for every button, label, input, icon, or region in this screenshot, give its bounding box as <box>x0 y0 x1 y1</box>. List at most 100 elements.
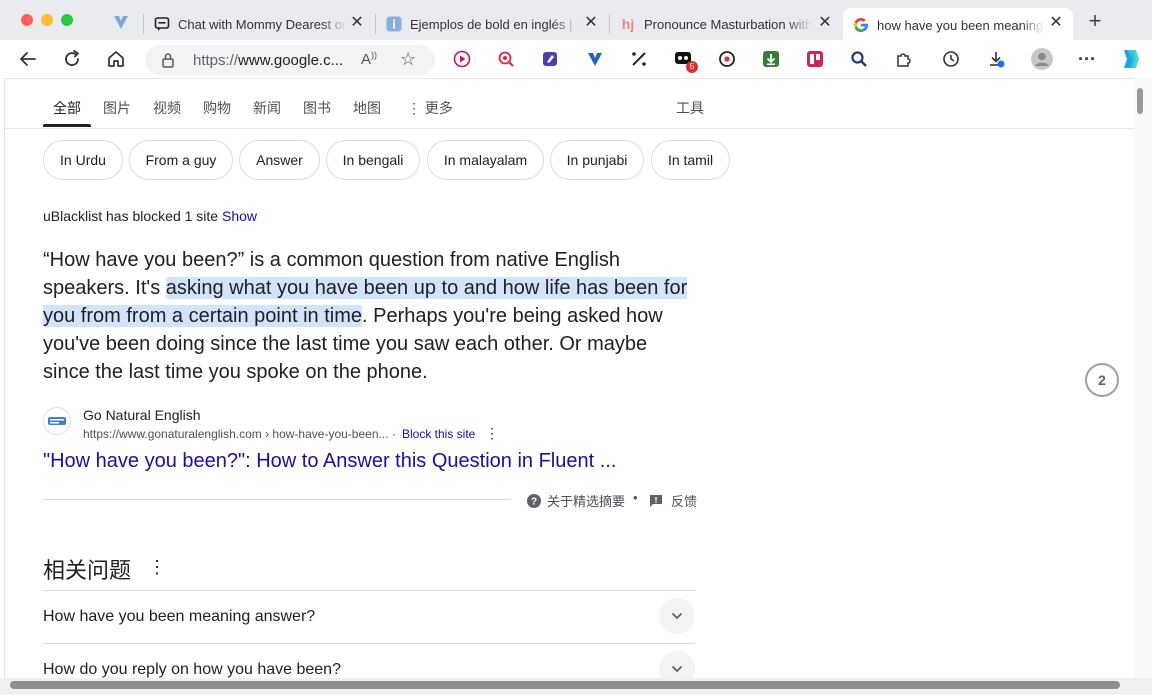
back-button[interactable] <box>16 48 40 70</box>
extensions-puzzle-icon[interactable] <box>894 50 912 68</box>
history-icon[interactable] <box>942 50 960 68</box>
result-title-link[interactable]: "How have you been?": How to Answer this… <box>43 450 616 473</box>
related-more-icon[interactable]: ⋮ <box>148 557 166 578</box>
extension-pen-icon[interactable] <box>541 50 559 68</box>
blocked-text: uBlacklist has blocked 1 site <box>43 208 219 224</box>
tab-maps[interactable]: 地图 <box>353 98 381 118</box>
more-menu-icon[interactable]: ··· <box>1078 49 1096 69</box>
chip-in-tamil[interactable]: In tamil <box>651 140 730 180</box>
vertical-scroll-thumb[interactable] <box>1137 88 1143 114</box>
tab-title: Chat with Mommy Dearest on <box>178 16 346 32</box>
expand-chevron-icon[interactable] <box>659 598 695 634</box>
more-label: 更多 <box>424 100 453 116</box>
extension-vector-icon[interactable] <box>586 50 604 68</box>
featured-snippet-text: “How have you been?” is a common questio… <box>43 246 698 386</box>
tab-more[interactable]: ⋮ 更多 <box>407 98 453 118</box>
browser-toolbar: https://www.google.c... A)) ☆ ··· <box>0 40 1152 78</box>
extension-search-icon[interactable] <box>497 50 515 68</box>
tab-title: Pronounce Masturbation with <box>644 16 812 32</box>
site-favicon[interactable] <box>43 407 71 435</box>
extension-magnifier-icon[interactable] <box>850 50 868 68</box>
feedback-label: 反馈 <box>671 494 698 509</box>
tab-shopping[interactable]: 购物 <box>203 98 231 118</box>
related-question[interactable]: How have you been meaning answer? <box>43 608 315 626</box>
reload-button[interactable] <box>60 48 84 70</box>
site-url[interactable]: https://www.gonaturalenglish.com › how-h… <box>83 427 396 441</box>
pinned-tab[interactable] <box>104 8 138 36</box>
tab-strip: Chat with Mommy Dearest on ✕ Ejemplos de… <box>0 0 1152 42</box>
tools-button[interactable]: 工具 <box>676 98 704 118</box>
extension-record-icon[interactable] <box>453 50 471 68</box>
address-bar[interactable]: https://www.google.c... A)) ☆ <box>145 45 435 75</box>
related-question[interactable]: How do you reply on how you have been? <box>43 661 341 679</box>
lock-icon[interactable] <box>161 52 175 68</box>
help-icon: ? <box>527 493 541 508</box>
home-button[interactable] <box>104 48 128 70</box>
more-vert-icon: ⋮ <box>407 100 421 116</box>
horizontal-scroll-thumb[interactable] <box>10 681 1120 689</box>
divider <box>43 590 695 591</box>
close-tab-icon[interactable]: ✕ <box>816 14 834 32</box>
extension-download-icon[interactable] <box>762 50 780 68</box>
site-url-text: https://www.gonaturalenglish.com › how-h… <box>83 427 389 441</box>
chip-in-malayalam[interactable]: In malayalam <box>427 140 544 180</box>
extension-trello-icon[interactable] <box>806 50 824 68</box>
window-maximize-button[interactable] <box>61 14 73 26</box>
close-tab-icon[interactable]: ✕ <box>348 14 366 32</box>
close-tab-icon[interactable]: ✕ <box>582 14 600 32</box>
new-tab-button[interactable]: + <box>1084 10 1106 32</box>
tab-videos[interactable]: 视频 <box>153 98 181 118</box>
info-icon <box>386 16 402 32</box>
chat-icon <box>154 16 170 32</box>
tab-news[interactable]: 新闻 <box>253 98 281 118</box>
tab-google-search[interactable]: how have you been meaning ✕ <box>843 8 1073 42</box>
google-icon <box>853 17 869 33</box>
vector-logo-icon <box>114 16 128 29</box>
page-indicator-badge[interactable]: 2 <box>1085 363 1119 397</box>
svg-text:?: ? <box>531 496 537 507</box>
downloads-icon[interactable] <box>987 50 1005 68</box>
ublacklist-notice: uBlacklist has blocked 1 site Show <box>43 208 257 224</box>
active-tab-underline <box>43 124 91 127</box>
copilot-icon[interactable] <box>1118 47 1142 71</box>
show-blocked-link[interactable]: Show <box>222 208 257 224</box>
extension-sparkle-icon[interactable] <box>630 50 648 68</box>
window-close-button[interactable] <box>21 14 33 26</box>
search-tabs: 全部 图片 视频 购物 新闻 图书 地图 ⋮ 更多 工具 <box>5 79 1134 129</box>
close-tab-icon[interactable]: ✕ <box>1047 14 1065 32</box>
chip-from-a-guy[interactable]: From a guy <box>129 140 233 180</box>
tab-chat[interactable]: Chat with Mommy Dearest on ✕ <box>144 8 374 40</box>
tab-images[interactable]: 图片 <box>103 98 131 118</box>
tab-pronounce[interactable]: hj Pronounce Masturbation with ✕ <box>610 8 842 40</box>
feedback-icon <box>650 494 662 507</box>
tab-all[interactable]: 全部 <box>53 98 81 118</box>
divider <box>43 643 695 644</box>
window-minimize-button[interactable] <box>41 14 53 26</box>
extension-badge-count: 5 <box>686 61 698 73</box>
result-more-icon[interactable]: ⋮ <box>485 425 499 441</box>
tab-books[interactable]: 图书 <box>303 98 331 118</box>
profile-avatar[interactable] <box>1031 48 1053 70</box>
home-icon <box>108 51 124 67</box>
chip-answer[interactable]: Answer <box>239 140 320 180</box>
favorite-star-icon[interactable]: ☆ <box>400 49 416 70</box>
tab-ejemplos[interactable]: Ejemplos de bold en inglés | in ✕ <box>376 8 608 40</box>
url-separator: · <box>391 427 396 441</box>
url-scheme: https:// <box>193 52 239 69</box>
feedback-button[interactable]: 反馈 <box>649 491 697 510</box>
hj-icon: hj <box>621 16 635 32</box>
feedback-separator: • <box>633 490 638 505</box>
chip-in-bengali[interactable]: In bengali <box>326 140 420 180</box>
google-results-page: 全部 图片 视频 购物 新闻 图书 地图 ⋮ 更多 工具 In Urdu Fro… <box>4 78 1134 682</box>
about-featured-snippets[interactable]: ? 关于精选摘要 <box>527 491 625 510</box>
site-name[interactable]: Go Natural English <box>83 407 201 423</box>
back-arrow-icon <box>20 52 36 66</box>
vertical-scrollbar[interactable] <box>1134 78 1152 682</box>
chip-in-punjabi[interactable]: In punjabi <box>550 140 644 180</box>
extension-camera-icon[interactable] <box>718 50 736 68</box>
chip-in-urdu[interactable]: In Urdu <box>43 140 123 180</box>
url-text[interactable]: https://www.google.c... <box>193 52 343 69</box>
reload-icon <box>65 50 79 66</box>
block-this-site-link[interactable]: Block this site <box>402 427 475 441</box>
read-aloud-icon[interactable]: A)) <box>361 50 377 68</box>
